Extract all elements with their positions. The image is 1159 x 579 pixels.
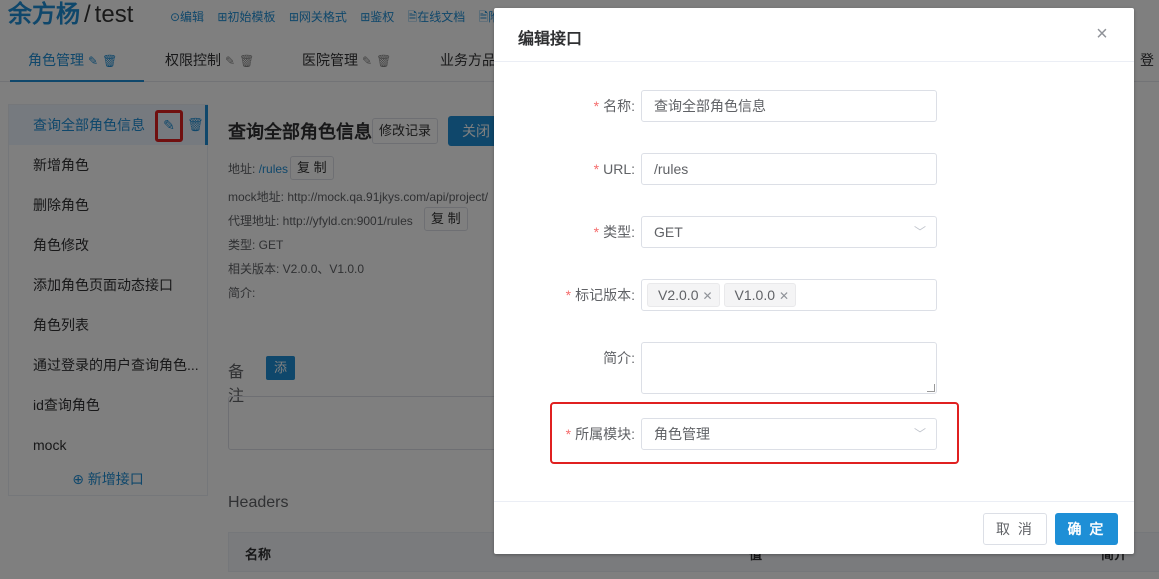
cancel-button[interactable]: 取 消 (983, 513, 1047, 545)
url-input[interactable]: /rules (641, 153, 937, 185)
tag-label: V2.0.0 (658, 287, 699, 303)
version-label: * 标记版本: (566, 279, 635, 311)
module-label: * 所属模块: (566, 418, 635, 450)
type-value: GET (654, 224, 683, 240)
label-text: 简介: (603, 350, 635, 366)
type-label: * 类型: (594, 216, 635, 248)
tag-close-icon[interactable]: ✕ (702, 289, 712, 303)
version-row: * 标记版本: V2.0.0 ✕ V1.0.0 ✕ (494, 279, 1134, 311)
type-select[interactable]: GET ﹀ (641, 216, 937, 248)
name-row: * 名称: 查询全部角色信息 (494, 90, 1134, 122)
name-input[interactable]: 查询全部角色信息 (641, 90, 937, 122)
tag-label: V1.0.0 (734, 287, 776, 303)
confirm-button[interactable]: 确 定 (1055, 513, 1118, 545)
version-tag: V2.0.0 ✕ (647, 283, 720, 307)
label-text: 标记版本: (575, 287, 635, 303)
version-tag: V1.0.0 ✕ (723, 283, 797, 307)
label-text: URL: (603, 161, 635, 177)
intro-row: 简介: (494, 342, 1134, 394)
required-mark: * (593, 98, 600, 114)
required-mark: * (565, 287, 572, 303)
name-label: * 名称: (594, 90, 635, 122)
url-row: * URL: /rules (494, 153, 1134, 185)
close-icon[interactable]: × (1090, 22, 1114, 46)
label-text: 所属模块: (575, 426, 635, 442)
required-mark: * (593, 224, 600, 240)
chevron-down-icon: ﹀ (913, 225, 926, 239)
dialog-header: 编辑接口 × (494, 8, 1134, 62)
label-text: 类型: (603, 224, 635, 240)
module-value: 角色管理 (654, 426, 710, 442)
module-select[interactable]: 角色管理 ﹀ (641, 418, 937, 450)
edit-api-dialog: 编辑接口 × * 名称: 查询全部角色信息 * URL: /rules * 类型: G… (494, 8, 1134, 554)
required-mark: * (593, 161, 600, 177)
intro-textarea[interactable] (641, 342, 937, 394)
module-row: * 所属模块: 角色管理 ﹀ (494, 418, 1134, 450)
dialog-footer: 取 消 确 定 (494, 501, 1134, 554)
type-row: * 类型: GET ﹀ (494, 216, 1134, 248)
intro-label: 简介: (603, 342, 635, 374)
version-multiselect[interactable]: V2.0.0 ✕ V1.0.0 ✕ (641, 279, 937, 311)
tag-close-icon[interactable]: ✕ (779, 289, 789, 303)
url-label: * URL: (594, 153, 635, 185)
resize-handle[interactable] (927, 384, 935, 392)
dialog-title: 编辑接口 (518, 31, 583, 48)
required-mark: * (565, 426, 572, 442)
label-text: 名称: (603, 98, 635, 114)
chevron-down-icon: ﹀ (913, 427, 926, 441)
